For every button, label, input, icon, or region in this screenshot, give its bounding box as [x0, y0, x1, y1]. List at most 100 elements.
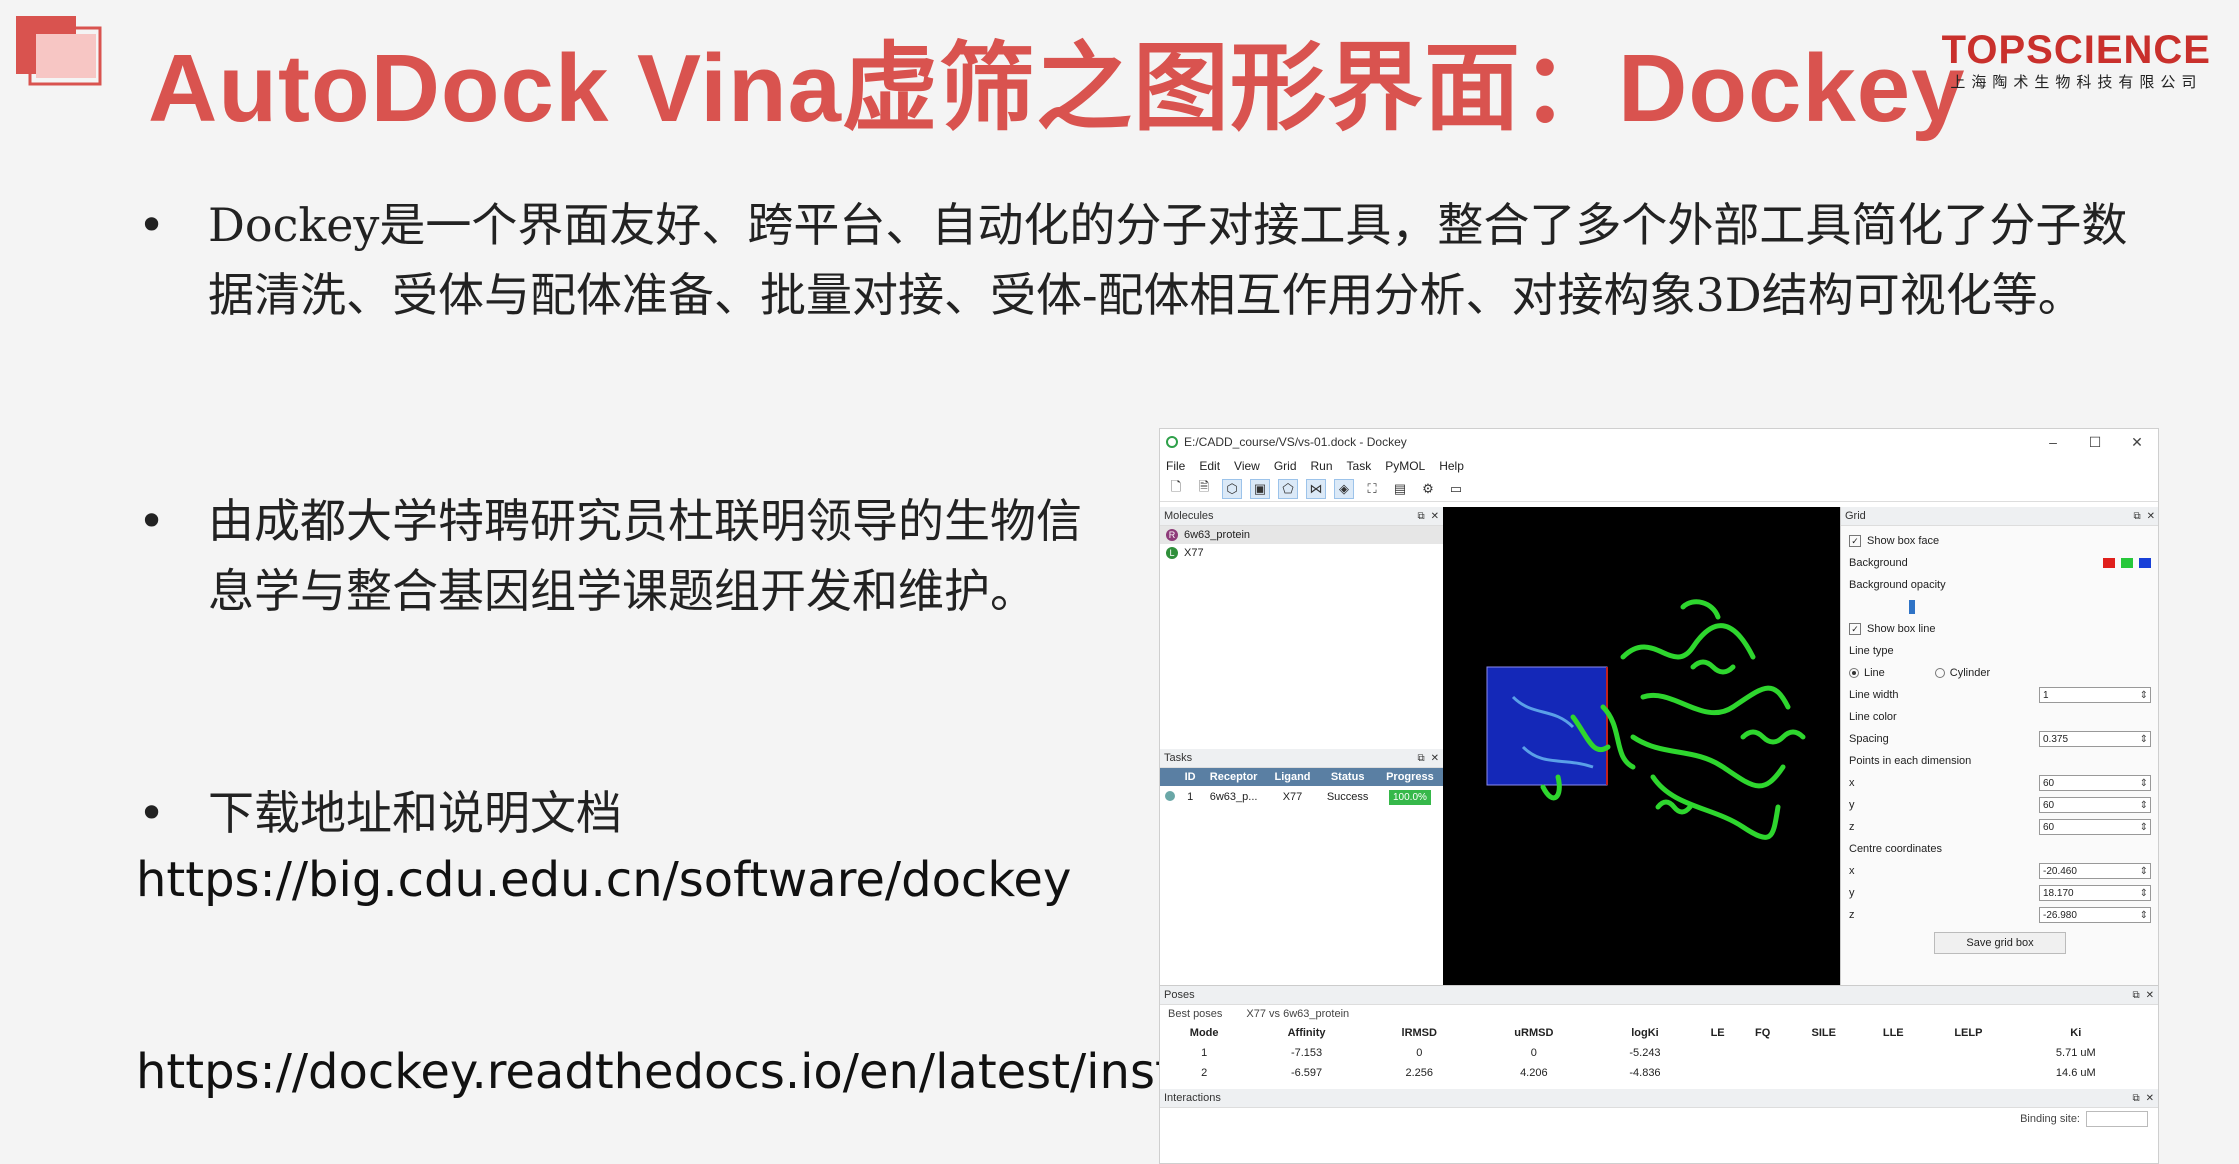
- centre-z-row: z -26.980: [1849, 904, 2151, 926]
- share-icon[interactable]: ⋈: [1306, 479, 1326, 499]
- close-icon[interactable]: ✕: [1431, 511, 1439, 522]
- axis-y-label: y: [1849, 799, 1855, 811]
- float-icon[interactable]: ⧉: [1417, 511, 1424, 522]
- menu-task[interactable]: Task: [1347, 459, 1372, 473]
- menu-help[interactable]: Help: [1439, 459, 1464, 473]
- menu-file[interactable]: File: [1166, 459, 1185, 473]
- close-icon[interactable]: ✕: [2146, 990, 2154, 1001]
- col-le[interactable]: LE: [1696, 1023, 1739, 1043]
- spacing-spinbox[interactable]: 0.375: [2039, 731, 2151, 747]
- close-icon[interactable]: ✕: [2147, 511, 2155, 522]
- col-lrmsd[interactable]: lRMSD: [1365, 1023, 1474, 1043]
- points-x-spinbox[interactable]: 60: [2039, 775, 2151, 791]
- maximize-button[interactable]: ☐: [2074, 434, 2116, 451]
- docs-link[interactable]: https://dockey.readthedocs.io/en/latest/…: [136, 1038, 1476, 1106]
- spacing-label: Spacing: [1849, 733, 1889, 745]
- menu-edit[interactable]: Edit: [1199, 459, 1220, 473]
- show-box-line-row[interactable]: ✓ Show box line: [1849, 618, 2151, 640]
- menu-view[interactable]: View: [1234, 459, 1260, 473]
- binding-site-dropdown[interactable]: [2086, 1111, 2148, 1127]
- cell-lrmsd: 0: [1416, 1047, 1423, 1059]
- float-icon[interactable]: ⧉: [2133, 511, 2140, 522]
- table-row[interactable]: 2 -6.597 2.256 4.206 -4.836 14.6 uM: [1160, 1063, 2140, 1083]
- points-x-row: x 60: [1849, 772, 2151, 794]
- settings-icon[interactable]: ⚙: [1418, 479, 1438, 499]
- terminal-icon[interactable]: ▭: [1446, 479, 1466, 499]
- structure-viewer[interactable]: [1443, 507, 1840, 985]
- centre-x-spinbox[interactable]: -20.460: [2039, 863, 2151, 879]
- axis-z-label: z: [1849, 821, 1855, 833]
- crop-icon[interactable]: ⛶: [1362, 479, 1382, 499]
- download-link[interactable]: https://big.cdu.edu.cn/software/dockey: [136, 846, 1071, 914]
- open-file-icon[interactable]: 🗎: [1194, 479, 1214, 499]
- col-ligand[interactable]: Ligand: [1266, 768, 1319, 786]
- col-status[interactable]: Status: [1318, 768, 1377, 786]
- background-green-swatch[interactable]: [2121, 558, 2133, 568]
- col-progress[interactable]: Progress: [1376, 768, 1443, 786]
- new-file-icon[interactable]: 🗋: [1166, 479, 1186, 499]
- col-sile[interactable]: SILE: [1786, 1023, 1861, 1043]
- line-width-label: Line width: [1849, 689, 1899, 701]
- bullet-developer: • 由成都大学特聘研究员杜联明领导的生物信息学与整合基因组学课题组开发和维护。: [138, 486, 1088, 626]
- centre-y-spinbox[interactable]: 18.170: [2039, 885, 2151, 901]
- col-id[interactable]: ID: [1179, 768, 1201, 786]
- cell-affinity: -7.153: [1290, 1047, 1323, 1059]
- poses-table: Mode Affinity lRMSD uRMSD logKi LE FQ SI…: [1160, 1023, 2140, 1083]
- float-icon[interactable]: ⧉: [2132, 990, 2139, 1001]
- line-width-spinbox[interactable]: 1: [2039, 687, 2151, 703]
- menu-run[interactable]: Run: [1311, 459, 1333, 473]
- box-icon[interactable]: ▣: [1250, 479, 1270, 499]
- line-type-row: Line type: [1849, 640, 2151, 662]
- float-icon[interactable]: ⧉: [1417, 753, 1424, 764]
- dockey-app-icon: [1166, 436, 1178, 448]
- opacity-slider[interactable]: [1909, 600, 1915, 614]
- background-red-swatch[interactable]: [2103, 558, 2115, 568]
- col-mode[interactable]: Mode: [1160, 1023, 1248, 1043]
- col-lle[interactable]: LLE: [1861, 1023, 1925, 1043]
- points-z-spinbox[interactable]: 60: [2039, 819, 2151, 835]
- show-box-face-row[interactable]: ✓ Show box face: [1849, 530, 2151, 552]
- minimize-button[interactable]: –: [2032, 434, 2074, 450]
- col-lelp[interactable]: LELP: [1925, 1023, 2011, 1043]
- show-box-line-checkbox[interactable]: ✓: [1849, 623, 1861, 635]
- cube-icon[interactable]: ◈: [1334, 479, 1354, 499]
- surface-icon[interactable]: ⬠: [1278, 479, 1298, 499]
- menu-pymol[interactable]: PyMOL: [1385, 459, 1425, 473]
- menu-bar: File Edit View Grid Run Task PyMOL Help: [1160, 455, 2158, 477]
- tasks-title: Tasks: [1164, 752, 1193, 764]
- show-box-face-checkbox[interactable]: ✓: [1849, 535, 1861, 547]
- cell-mode: 2: [1201, 1067, 1208, 1079]
- cell-lelp: [1925, 1063, 2011, 1083]
- col-logki[interactable]: logKi: [1594, 1023, 1696, 1043]
- background-blue-swatch[interactable]: [2139, 558, 2151, 568]
- table-row[interactable]: 1 -7.153 0 0 -5.243 5.71 uM: [1160, 1043, 2140, 1063]
- molecule-item-ligand[interactable]: L X77: [1160, 544, 1443, 562]
- close-button[interactable]: ✕: [2116, 434, 2158, 451]
- col-fq[interactable]: FQ: [1739, 1023, 1786, 1043]
- col-affinity[interactable]: Affinity: [1248, 1023, 1364, 1043]
- best-poses-tab[interactable]: Best poses: [1168, 1008, 1222, 1020]
- cell-lle: [1861, 1043, 1925, 1063]
- save-grid-box-button[interactable]: Save grid box: [1934, 932, 2066, 954]
- molecules-panel: Molecules ⧉ ✕ R 6w63_protein L X77: [1160, 507, 1444, 671]
- task-progress-cell: 100.0%: [1377, 786, 1443, 808]
- axis-x-label: x: [1849, 865, 1855, 877]
- line-radio[interactable]: [1849, 668, 1859, 678]
- molecule-item-receptor[interactable]: R 6w63_protein: [1160, 526, 1443, 544]
- col-urmsd[interactable]: uRMSD: [1474, 1023, 1594, 1043]
- close-icon[interactable]: ✕: [1431, 753, 1439, 764]
- col-ki[interactable]: Ki: [2012, 1023, 2140, 1043]
- close-icon[interactable]: ✕: [2146, 1093, 2154, 1104]
- points-y-spinbox[interactable]: 60: [2039, 797, 2151, 813]
- grid-header: Grid ⧉ ✕: [1841, 507, 2158, 526]
- float-icon[interactable]: ⧉: [2132, 1093, 2139, 1104]
- task-status: Success: [1326, 791, 1369, 803]
- cell-logki: -5.243: [1629, 1047, 1661, 1059]
- col-receptor[interactable]: Receptor: [1200, 768, 1267, 786]
- centre-z-spinbox[interactable]: -26.980: [2039, 907, 2151, 923]
- cylinder-radio[interactable]: [1934, 668, 1945, 678]
- menu-grid[interactable]: Grid: [1274, 459, 1297, 473]
- cartoon-icon[interactable]: ⬡: [1222, 479, 1242, 499]
- image-icon[interactable]: ▤: [1390, 479, 1410, 499]
- table-row[interactable]: 1 6w63_p... X77 Success 100.0%: [1160, 786, 1443, 808]
